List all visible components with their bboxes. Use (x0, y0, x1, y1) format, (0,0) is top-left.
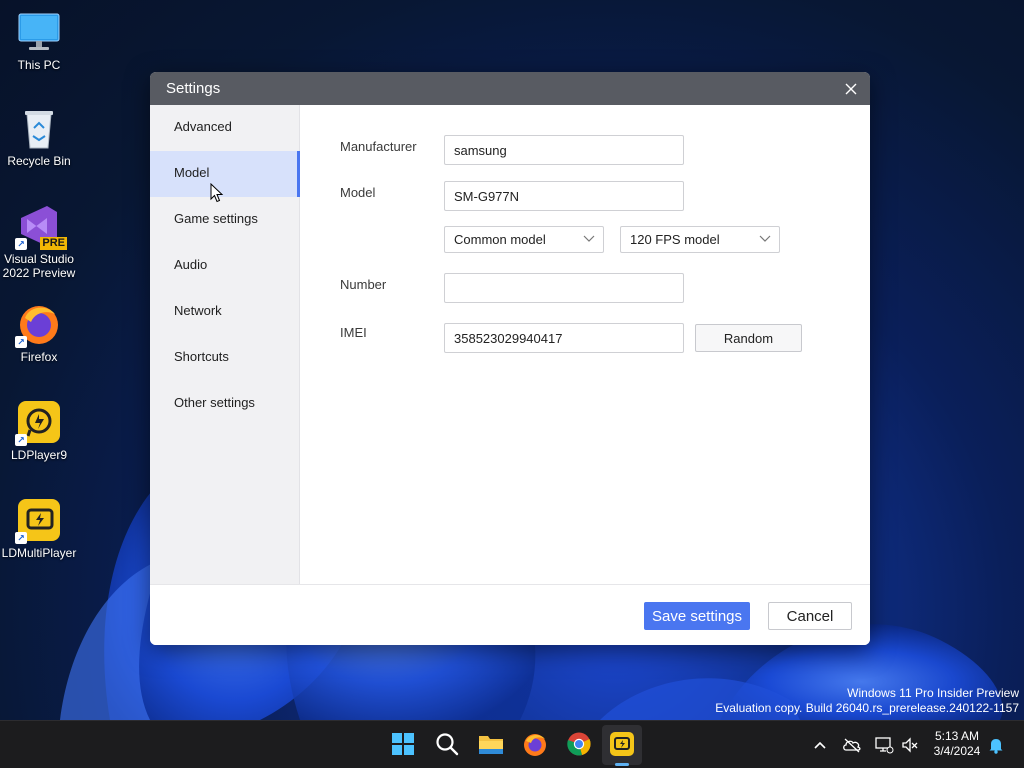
watermark-build: Evaluation copy. Build 26040.rs_prerelea… (715, 701, 1019, 715)
model-settings-panel: Manufacturer Model Common model 120 FPS … (301, 105, 870, 584)
pre-badge: PRE (40, 237, 67, 250)
close-button[interactable] (840, 78, 862, 100)
number-label: Number (340, 277, 387, 292)
onedrive-tray-button[interactable] (842, 735, 862, 755)
sidebar-item-label: Audio (174, 257, 208, 272)
taskbar-running-indicator (615, 763, 629, 766)
sidebar-item-label: Model (174, 165, 210, 180)
sidebar-item-advanced[interactable]: Advanced (150, 105, 300, 151)
sidebar-item-label: Advanced (174, 119, 232, 134)
sidebar-item-label: Shortcuts (174, 349, 229, 364)
chevron-down-icon (583, 235, 595, 242)
sidebar-item-label: Game settings (174, 211, 258, 226)
ldmultiplayer-icon: ↗ (15, 498, 61, 544)
chevron-up-icon (814, 741, 826, 749)
ldplayer-icon (610, 732, 634, 756)
taskbar: 5:13 AM 3/4/2024 (0, 720, 1024, 768)
ldplayer-icon: ↗ (15, 400, 61, 446)
manufacturer-label: Manufacturer (340, 139, 417, 154)
network-icon (875, 737, 894, 754)
sidebar-item-game-settings[interactable]: Game settings (150, 197, 300, 243)
sidebar-item-network[interactable]: Network (150, 289, 300, 335)
imei-input[interactable] (444, 323, 684, 353)
desktop-icon-this-pc[interactable]: This PC (0, 10, 78, 72)
monitor-icon (17, 10, 61, 54)
sidebar-item-other-settings[interactable]: Other settings (150, 381, 300, 427)
model-type-select-value: Common model (454, 232, 546, 247)
firefox-icon (524, 734, 546, 756)
search-icon (436, 733, 459, 756)
desktop-icon-ldplayer9[interactable]: ↗ LDPlayer9 (0, 400, 78, 462)
file-explorer-icon (479, 736, 503, 754)
model-type-select[interactable]: Common model (444, 226, 604, 253)
desktop-icon-ldmultiplayer[interactable]: ↗ LDMultiPlayer (0, 498, 78, 560)
chrome-icon (567, 732, 591, 756)
notifications-button[interactable] (986, 735, 1006, 755)
visual-studio-icon: PRE ↗ (15, 204, 67, 250)
chrome-taskbar-button[interactable] (566, 731, 592, 757)
manufacturer-input[interactable] (444, 135, 684, 165)
dialog-body: Advanced Model Game settings Audio Netwo… (150, 105, 870, 584)
search-button[interactable] (434, 731, 460, 757)
taskbar-clock[interactable]: 5:13 AM 3/4/2024 (924, 729, 990, 759)
recycle-bin-icon (17, 106, 61, 150)
mouse-cursor-icon (210, 183, 224, 203)
start-icon (392, 733, 414, 755)
bell-icon (989, 739, 1003, 754)
ldplayer-taskbar-button[interactable] (609, 731, 635, 757)
cloud-offline-icon (843, 738, 861, 753)
desktop-icon-label: Firefox (20, 350, 58, 364)
settings-dialog: Settings Advanced Model Game settings Au… (150, 72, 870, 645)
desktop-icon-label: LDMultiPlayer (1, 546, 77, 560)
sidebar-item-shortcuts[interactable]: Shortcuts (150, 335, 300, 381)
shortcut-arrow-icon: ↗ (15, 336, 27, 348)
desktop-icon-recycle-bin[interactable]: Recycle Bin (0, 106, 78, 168)
desktop-icon-label: Recycle Bin (7, 154, 71, 168)
number-input[interactable] (444, 273, 684, 303)
volume-muted-icon (902, 737, 918, 753)
firefox-taskbar-button[interactable] (522, 731, 548, 757)
desktop-icon-label: LDPlayer9 (10, 448, 68, 462)
dialog-title: Settings (166, 80, 221, 97)
start-button[interactable] (390, 731, 416, 757)
model-label: Model (340, 185, 376, 200)
sidebar-item-label: Network (174, 303, 222, 318)
imei-label: IMEI (340, 325, 367, 340)
sidebar-item-audio[interactable]: Audio (150, 243, 300, 289)
windows-watermark: Windows 11 Pro Insider Preview Evaluatio… (715, 686, 1019, 716)
sidebar-item-label: Other settings (174, 395, 255, 410)
show-hidden-icons-button[interactable] (810, 735, 830, 755)
dialog-footer: Save settings Cancel (150, 584, 870, 645)
settings-sidebar: Advanced Model Game settings Audio Netwo… (150, 105, 300, 584)
watermark-edition: Windows 11 Pro Insider Preview (847, 686, 1019, 700)
shortcut-arrow-icon: ↗ (15, 434, 27, 446)
desktop-icon-label: Visual Studio 2022 Preview (2, 252, 76, 280)
fps-model-select[interactable]: 120 FPS model (620, 226, 780, 253)
desktop-icon-label: This PC (17, 58, 61, 72)
chevron-down-icon (759, 235, 771, 242)
cancel-button[interactable]: Cancel (768, 602, 852, 630)
shortcut-arrow-icon: ↗ (15, 238, 27, 250)
clock-time: 5:13 AM (934, 729, 980, 743)
file-explorer-button[interactable] (478, 731, 504, 757)
volume-tray-button[interactable] (900, 735, 920, 755)
close-icon (845, 83, 857, 95)
fps-model-select-value: 120 FPS model (630, 232, 720, 247)
random-imei-button[interactable]: Random (695, 324, 802, 352)
save-settings-button[interactable]: Save settings (644, 602, 750, 630)
network-tray-button[interactable] (874, 735, 894, 755)
firefox-icon: ↗ (15, 302, 61, 348)
desktop-icon-firefox[interactable]: ↗ Firefox (0, 302, 78, 364)
shortcut-arrow-icon: ↗ (15, 532, 27, 544)
model-input[interactable] (444, 181, 684, 211)
dialog-titlebar[interactable]: Settings (150, 72, 870, 105)
clock-date: 3/4/2024 (933, 744, 981, 758)
sidebar-item-model[interactable]: Model (150, 151, 300, 197)
desktop-icon-visual-studio[interactable]: PRE ↗ Visual Studio 2022 Preview (0, 204, 78, 280)
